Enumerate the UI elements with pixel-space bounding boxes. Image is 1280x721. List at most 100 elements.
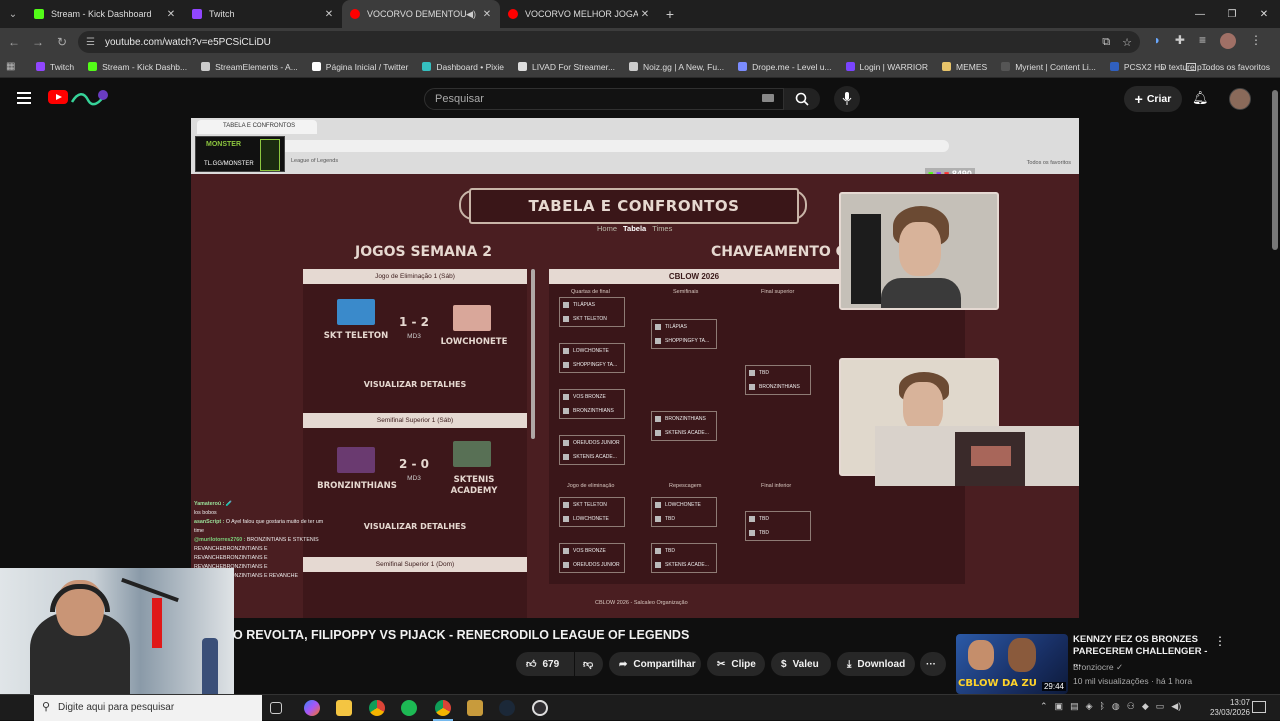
- nav-tabela[interactable]: Tabela: [623, 224, 646, 233]
- recommended-menu-icon[interactable]: ⋮: [1214, 634, 1226, 648]
- hamburger-menu-icon[interactable]: [17, 92, 31, 107]
- bracket-match[interactable]: OREIUDOS JUNIOR SKTENIS ACADE...: [559, 435, 625, 465]
- browser-tab[interactable]: Stream - Kick Dashboard ✕: [26, 0, 184, 28]
- bookmark-star-icon[interactable]: ☆: [1122, 36, 1132, 49]
- dislike-button[interactable]: 👎︎: [575, 652, 603, 676]
- site-info-icon[interactable]: ☰: [86, 37, 95, 48]
- spotify-icon[interactable]: [401, 700, 417, 716]
- tab-search-chevron-icon[interactable]: ⌄: [0, 3, 26, 25]
- notifications-icon[interactable]: [1252, 701, 1266, 713]
- chrome-icon[interactable]: [369, 700, 385, 716]
- taskbar-search-input[interactable]: Digite aqui para pesquisar: [34, 695, 262, 721]
- matches-scrollbar[interactable]: [531, 269, 535, 439]
- browser-tab-active[interactable]: VOCORVO DEMENTOU TIM ◀) ✕: [342, 0, 500, 28]
- audio-playing-icon[interactable]: ◀): [466, 9, 476, 20]
- clip-button[interactable]: ✂ Clipe: [707, 652, 765, 676]
- search-input[interactable]: Pesquisar: [424, 88, 784, 110]
- league-client-icon[interactable]: [467, 700, 483, 716]
- nav-home[interactable]: Home: [597, 224, 617, 233]
- tray-app-icon[interactable]: ◈: [1086, 701, 1093, 712]
- tray-app-icon[interactable]: ⚇: [1127, 701, 1135, 712]
- tray-app-icon[interactable]: ▣: [1055, 701, 1064, 712]
- copilot-icon[interactable]: [304, 700, 320, 716]
- forward-arrow-icon[interactable]: →: [26, 35, 50, 49]
- bracket-match[interactable]: TBD SKTENIS ACADE...: [651, 543, 717, 573]
- volume-icon[interactable]: ◀): [1171, 701, 1181, 712]
- bookmark-item[interactable]: StreamElements - A...: [201, 62, 298, 72]
- view-details-link[interactable]: VISUALIZAR DETALHES: [303, 522, 527, 531]
- bracket-match[interactable]: TBD BRONZINTHIANS: [745, 365, 811, 395]
- bracket-match[interactable]: TBD TBD: [745, 511, 811, 541]
- youtube-logo-icon[interactable]: [48, 90, 68, 104]
- task-view-icon[interactable]: [270, 702, 282, 714]
- account-avatar[interactable]: [1229, 88, 1251, 110]
- clock[interactable]: 13:07 23/03/2026: [1210, 698, 1250, 718]
- recommended-channel-name[interactable]: Bronziocre ✓: [1073, 662, 1123, 673]
- view-details-link[interactable]: VISUALIZAR DETALHES: [303, 380, 527, 389]
- all-favorites-folder[interactable]: Todos os favoritos: [1186, 62, 1270, 72]
- recommended-video-thumbnail[interactable]: CBLOW DA ZU 29:44: [956, 634, 1068, 694]
- video-player[interactable]: TABELA E CONFRONTOS League of Legends To…: [191, 118, 1079, 618]
- install-app-icon[interactable]: ⧉: [1102, 36, 1110, 49]
- reload-icon[interactable]: ↻: [50, 35, 74, 49]
- extensions-puzzle-icon[interactable]: ✚: [1175, 33, 1185, 49]
- bookmark-item[interactable]: MEMES: [942, 62, 987, 72]
- address-bar[interactable]: ☰ youtube.com/watch?v=e5PCSiCLiDU ⧉ ☆: [78, 31, 1140, 53]
- bookmark-item[interactable]: Página Inicial / Twitter: [311, 62, 408, 72]
- bookmark-item[interactable]: Myrient | Content Li...: [1001, 62, 1096, 72]
- more-actions-button[interactable]: ···: [920, 652, 946, 676]
- chrome-active-icon[interactable]: [435, 700, 451, 716]
- share-button[interactable]: ➦ Compartilhar: [609, 652, 701, 676]
- bluetooth-icon[interactable]: ᛒ: [1100, 701, 1105, 712]
- tray-app-icon[interactable]: ◆: [1142, 701, 1149, 712]
- search-button[interactable]: [784, 88, 820, 110]
- media-control-icon[interactable]: ≡: [1199, 33, 1206, 49]
- bookmark-item[interactable]: LIVAD For Streamer...: [518, 62, 615, 72]
- bookmark-item[interactable]: Drope.me - Level u...: [738, 62, 832, 72]
- bracket-match[interactable]: LOWCHONETE TBD: [651, 497, 717, 527]
- obs-icon[interactable]: [532, 700, 548, 716]
- bookmark-item[interactable]: Login | WARRIOR: [845, 62, 928, 72]
- file-explorer-icon[interactable]: [336, 700, 352, 716]
- bracket-match[interactable]: TILÁPIAS SKT TELETON: [559, 297, 625, 327]
- restore-icon[interactable]: ❐: [1216, 0, 1248, 28]
- bracket-match[interactable]: BRONZINTHIANS SKTENIS ACADE...: [651, 411, 717, 441]
- browser-tab[interactable]: Twitch ✕: [184, 0, 342, 28]
- tray-app-icon[interactable]: ◍: [1112, 701, 1120, 712]
- close-tab-icon[interactable]: ✕: [480, 9, 494, 20]
- new-tab-plus-icon[interactable]: +: [658, 6, 682, 22]
- bracket-match[interactable]: VOS BRONZE BRONZINTHIANS: [559, 389, 625, 419]
- tray-chevron-icon[interactable]: ⌃: [1040, 701, 1048, 712]
- minimize-icon[interactable]: —: [1184, 0, 1216, 28]
- keyboard-icon[interactable]: [762, 94, 774, 102]
- browser-menu-icon[interactable]: ⋮: [1250, 33, 1262, 49]
- bracket-match[interactable]: TILÁPIAS SHOPPINGFY TA...: [651, 319, 717, 349]
- bookmarks-overflow-icon[interactable]: »: [1160, 62, 1165, 72]
- channel-brand-logo[interactable]: [70, 88, 110, 106]
- bracket-match[interactable]: VOS BRONZE OREIUDOS JUNIOR: [559, 543, 625, 573]
- close-window-icon[interactable]: ✕: [1248, 0, 1280, 28]
- close-tab-icon[interactable]: ✕: [164, 9, 178, 20]
- bracket-match[interactable]: SKT TELETON LOWCHONETE: [559, 497, 625, 527]
- steam-icon[interactable]: [499, 700, 515, 716]
- back-arrow-icon[interactable]: ←: [2, 35, 26, 49]
- browser-tab[interactable]: VOCORVO MELHOR JOGADOR ✕: [500, 0, 658, 28]
- nav-times[interactable]: Times: [652, 224, 672, 233]
- like-button[interactable]: 👍︎ 679: [516, 652, 574, 676]
- apps-grid-icon[interactable]: ▦: [6, 61, 22, 72]
- bookmark-item[interactable]: Stream - Kick Dashb...: [88, 62, 187, 72]
- voice-search-button[interactable]: [834, 86, 860, 112]
- bracket-match[interactable]: LOWCHONETE SHOPPINGFY TA...: [559, 343, 625, 373]
- extension-icon[interactable]: ◗: [1154, 33, 1161, 49]
- bookmark-item[interactable]: Dashboard • Pixie: [422, 62, 504, 72]
- profile-avatar[interactable]: [1220, 33, 1236, 49]
- tray-app-icon[interactable]: ▤: [1070, 701, 1079, 712]
- page-scrollbar[interactable]: [1272, 90, 1278, 250]
- notifications-bell-icon[interactable]: 🔔︎: [1192, 90, 1209, 106]
- bookmark-item[interactable]: Noiz.gg | A New, Fu...: [629, 62, 724, 72]
- network-icon[interactable]: ▭: [1156, 701, 1165, 712]
- create-button[interactable]: + Criar: [1124, 86, 1182, 112]
- close-tab-icon[interactable]: ✕: [638, 9, 652, 20]
- close-tab-icon[interactable]: ✕: [322, 9, 336, 20]
- thanks-button[interactable]: $ Valeu: [771, 652, 831, 676]
